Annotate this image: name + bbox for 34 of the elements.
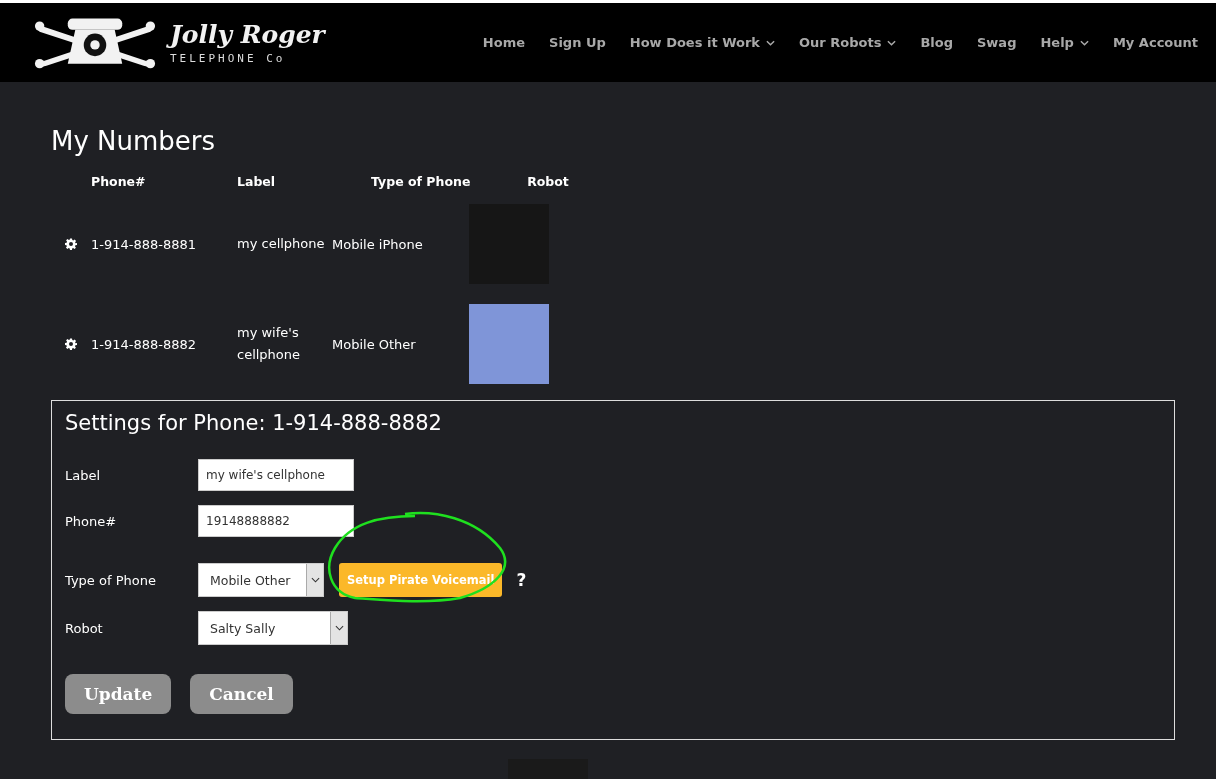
nav-link[interactable]: How Does it Work bbox=[629, 35, 775, 50]
nav-link[interactable]: Swag bbox=[977, 35, 1017, 50]
settings-icon[interactable] bbox=[65, 238, 77, 250]
page-title: My Numbers bbox=[51, 126, 217, 156]
field-label: Phone# bbox=[65, 513, 118, 529]
column-header: Phone# bbox=[91, 173, 147, 189]
field-label: Robot bbox=[65, 620, 104, 636]
chevron-down-icon bbox=[310, 577, 320, 583]
help-link[interactable]: ? bbox=[516, 570, 527, 590]
phone-type: Mobile iPhone bbox=[332, 236, 424, 252]
settings-title: Settings for Phone: 1-914-888-8882 bbox=[65, 411, 443, 435]
field-label: Label bbox=[65, 467, 102, 483]
nav-link[interactable]: Sign Up bbox=[549, 35, 606, 50]
input-field[interactable]: 19148888882 bbox=[198, 505, 354, 537]
chevron-down-icon bbox=[334, 625, 344, 631]
phone-label: my cellphone bbox=[237, 235, 326, 253]
column-header: Robot bbox=[526, 173, 570, 189]
field-label: Type of Phone bbox=[65, 572, 157, 588]
column-header: Type of Phone bbox=[371, 173, 472, 189]
dropdown-select[interactable]: Mobile Other bbox=[198, 563, 324, 597]
phone-number: 1-914-888-8882 bbox=[91, 336, 198, 352]
column-header: Label bbox=[237, 173, 277, 189]
settings-icon[interactable] bbox=[65, 338, 77, 350]
brand-tagline: TELEPHONE Co bbox=[170, 52, 287, 65]
nav-link[interactable]: Our Robots bbox=[799, 35, 897, 50]
input-field[interactable]: my wife's cellphone bbox=[198, 459, 354, 491]
nav-link[interactable]: Home bbox=[482, 35, 525, 50]
phone-type: Mobile Other bbox=[332, 336, 417, 352]
nav-link[interactable]: My Account bbox=[1112, 35, 1198, 50]
dropdown-select[interactable]: Salty Sally bbox=[198, 611, 348, 645]
nav-link[interactable]: Blog bbox=[920, 35, 953, 50]
phone-label: my wife's cellphone bbox=[237, 324, 302, 364]
phone-number: 1-914-888-8881 bbox=[91, 236, 198, 252]
nav-link[interactable]: Help bbox=[1040, 35, 1089, 50]
